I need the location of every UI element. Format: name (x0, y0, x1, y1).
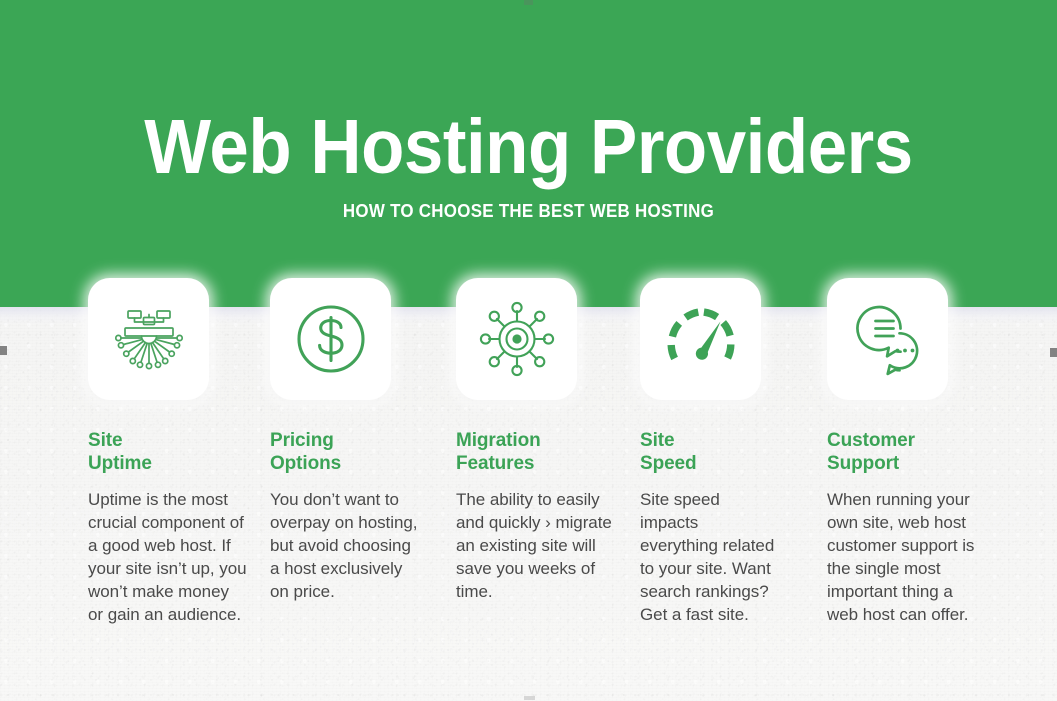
icon-card-site-speed[interactable] (640, 278, 761, 400)
column-heading: Site Speed (640, 430, 697, 474)
feature-columns: Site Uptime Uptime is the most crucial c… (0, 0, 1057, 701)
icon-card-site-uptime[interactable] (88, 278, 209, 400)
feature-column-migration-features: Migration Features The ability to easily… (456, 278, 616, 603)
feature-column-customer-support: Customer Support When running your own s… (827, 278, 982, 626)
icon-card-customer-support[interactable] (827, 278, 948, 400)
crop-handle-left[interactable] (0, 346, 7, 355)
icon-card-migration-features[interactable] (456, 278, 577, 400)
network-uptime-icon (103, 293, 195, 385)
column-heading: Customer Support (827, 430, 915, 474)
crop-handle-right[interactable] (1050, 348, 1057, 357)
feature-column-pricing-options: Pricing Options You don’t want to overpa… (270, 278, 420, 603)
crop-handle-top[interactable] (524, 0, 533, 5)
speedometer-icon (657, 295, 745, 383)
chat-bubbles-icon (844, 295, 932, 383)
column-body-text: When running your own site, web host cus… (827, 490, 975, 624)
feature-column-site-uptime: Site Uptime Uptime is the most crucial c… (88, 278, 248, 626)
column-heading: Pricing Options (270, 430, 342, 474)
column-body-text: Site speed impacts everything related to… (640, 490, 775, 624)
crop-handle-bottom[interactable] (524, 696, 535, 700)
column-heading: Site Uptime (88, 430, 152, 474)
column-body-text: You don’t want to overpay on hosting, bu… (270, 490, 418, 601)
dollar-coin-icon (288, 296, 374, 382)
column-body-text: Uptime is the most crucial component of … (88, 490, 247, 624)
infographic-canvas: Web Hosting Providers HOW TO CHOOSE THE … (0, 0, 1057, 701)
network-hub-icon (473, 295, 561, 383)
column-body-text: The ability to easily and quickly › migr… (456, 490, 612, 601)
column-heading: Migration Features (456, 430, 541, 474)
feature-column-site-speed: Site Speed Site speed impacts everything… (640, 278, 780, 626)
icon-card-pricing-options[interactable] (270, 278, 391, 400)
